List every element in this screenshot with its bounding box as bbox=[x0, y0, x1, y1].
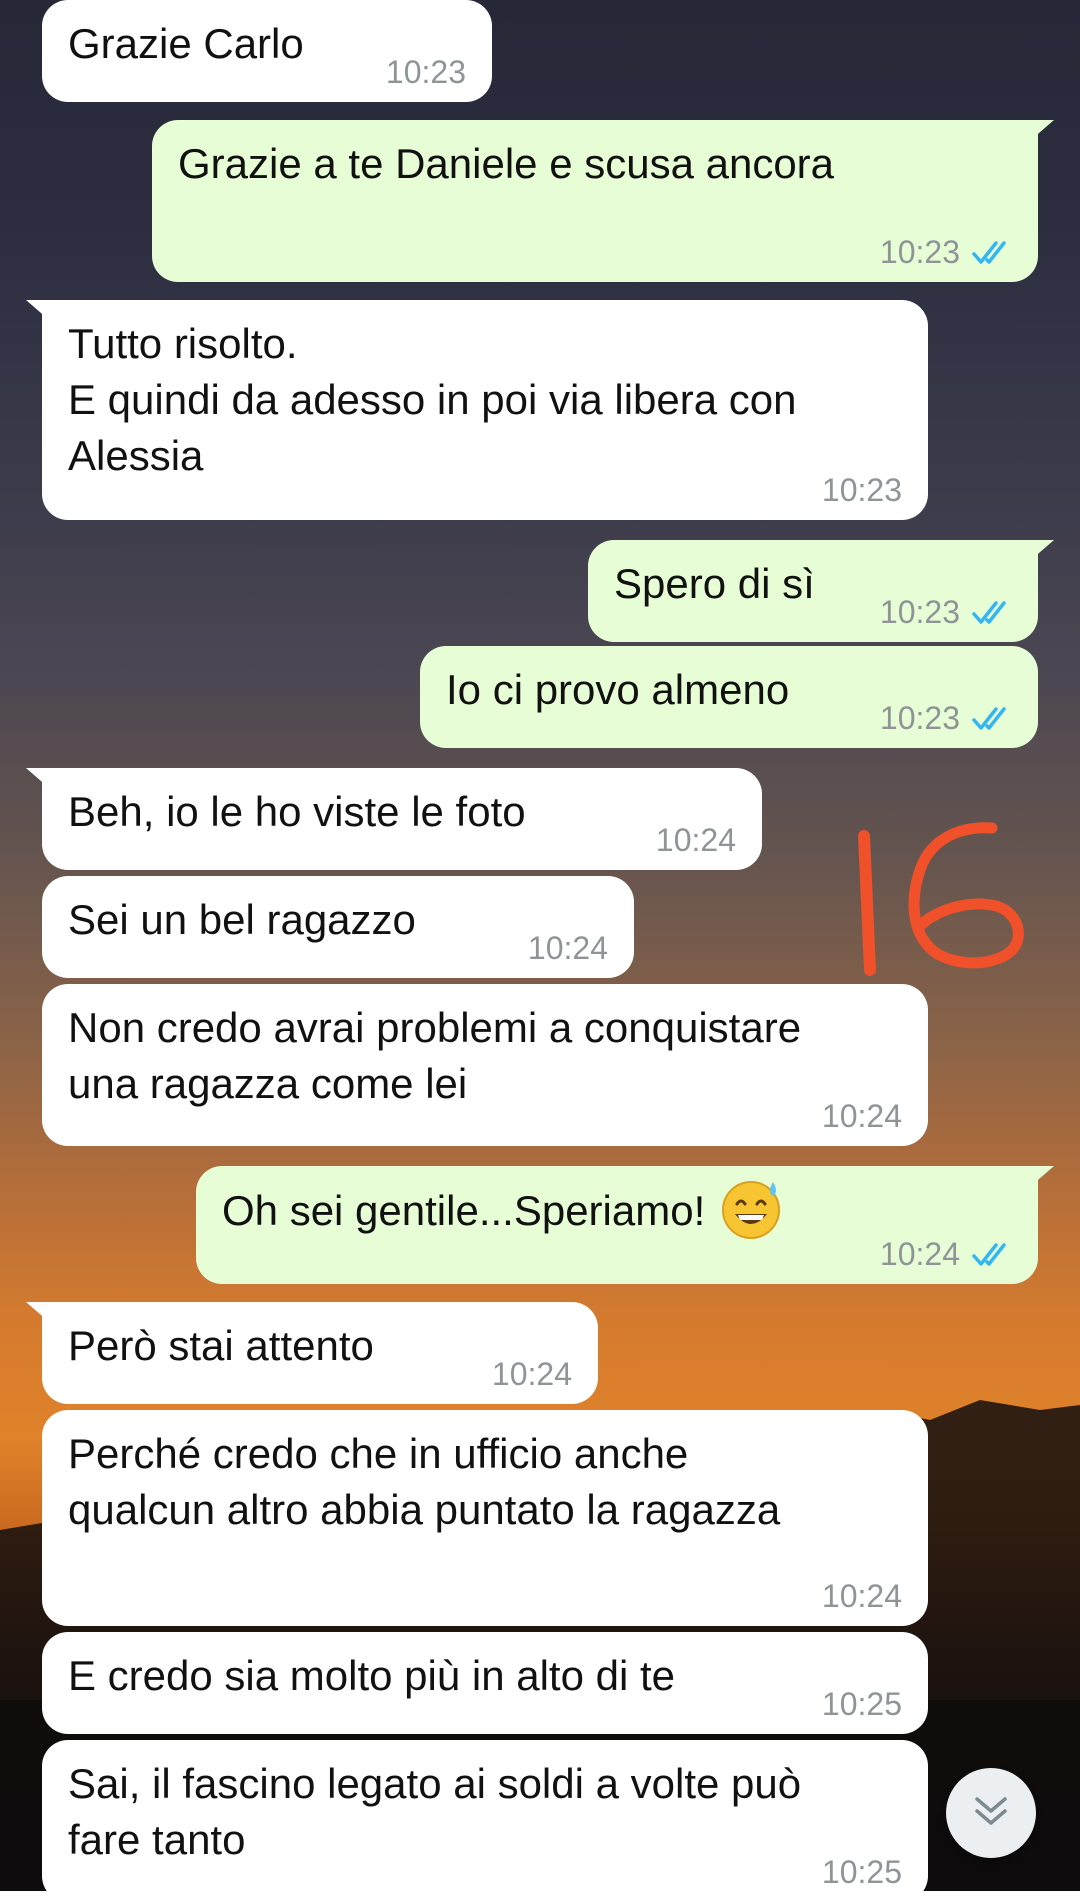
double-check-icon bbox=[972, 707, 1006, 730]
incoming-message-bubble[interactable]: Però stai attento 10:24 bbox=[26, 1302, 598, 1404]
bubble-tail bbox=[26, 768, 56, 794]
message-text-content: Sei un bel ragazzo bbox=[68, 896, 416, 943]
double-check-icon bbox=[972, 1243, 1006, 1266]
handwritten-annotation-16 bbox=[858, 822, 1024, 976]
message-timestamp: 10:23 bbox=[821, 472, 902, 508]
message-text: Non credo avrai problemi a conquistare u… bbox=[68, 1000, 801, 1112]
bubble-tail bbox=[1024, 120, 1054, 146]
incoming-message-bubble[interactable]: Sei un bel ragazzo 10:24 bbox=[42, 876, 634, 978]
message-text: Grazie Carlo bbox=[68, 16, 304, 72]
bubble-tail bbox=[1024, 540, 1054, 566]
outgoing-message-bubble[interactable]: Oh sei gentile...Speriamo! 10:24 bbox=[196, 1166, 1054, 1284]
bubble-tail bbox=[1024, 1166, 1054, 1192]
incoming-message-bubble[interactable]: E credo sia molto più in alto di te 10:25 bbox=[42, 1632, 928, 1734]
bubble-tail bbox=[26, 300, 56, 326]
message-text: Oh sei gentile...Speriamo! bbox=[222, 1181, 783, 1246]
incoming-message-bubble[interactable]: Sai, il fascino legato ai soldi a volte … bbox=[42, 1740, 928, 1902]
message-timestamp: 10:23 bbox=[879, 594, 960, 630]
outgoing-message-bubble[interactable]: Spero di sì 10:23 bbox=[588, 540, 1054, 642]
message-timestamp: 10:23 bbox=[879, 234, 960, 270]
message-text: Io ci provo almeno bbox=[446, 662, 789, 718]
message-text-content: Beh, io le ho viste le foto bbox=[68, 788, 526, 835]
message-text-content: Io ci provo almeno bbox=[446, 666, 790, 713]
message-text: Sei un bel ragazzo bbox=[68, 892, 416, 948]
message-text: Beh, io le ho viste le foto bbox=[68, 784, 526, 840]
grinning-face-with-sweat-icon bbox=[722, 1181, 781, 1239]
outgoing-message-bubble[interactable]: Io ci provo almeno 10:23 bbox=[420, 646, 1038, 748]
message-text-content: Spero di sì bbox=[614, 560, 815, 607]
message-text-content: Sai, il fascino legato ai soldi a volte … bbox=[68, 1760, 802, 1863]
message-timestamp: 10:25 bbox=[821, 1686, 902, 1722]
double-check-icon bbox=[972, 241, 1006, 264]
message-text-content: E credo sia molto più in alto di te bbox=[68, 1652, 675, 1699]
bubble-tail bbox=[26, 1302, 56, 1328]
message-text: E credo sia molto più in alto di te bbox=[68, 1648, 675, 1704]
incoming-message-bubble[interactable]: Perché credo che in ufficio anche qualcu… bbox=[42, 1410, 928, 1626]
incoming-message-bubble[interactable]: Grazie Carlo 10:23 bbox=[42, 0, 492, 102]
message-timestamp: 10:24 bbox=[655, 822, 736, 858]
message-text-content: Perché credo che in ufficio anche qualcu… bbox=[68, 1430, 781, 1533]
message-text: Sai, il fascino legato ai soldi a volte … bbox=[68, 1756, 801, 1868]
message-text-content: Tutto risolto. E quindi da adesso in poi… bbox=[68, 320, 797, 479]
message-text: Grazie a te Daniele e scusa ancora bbox=[178, 136, 834, 192]
message-text-content: Grazie Carlo bbox=[68, 20, 304, 67]
message-timestamp: 10:24 bbox=[491, 1356, 572, 1392]
message-timestamp: 10:24 bbox=[527, 930, 608, 966]
message-timestamp: 10:24 bbox=[821, 1578, 902, 1614]
message-timestamp: 10:23 bbox=[385, 54, 466, 90]
message-timestamp: 10:24 bbox=[879, 1236, 960, 1272]
message-timestamp: 10:24 bbox=[821, 1098, 902, 1134]
message-text-content: Grazie a te Daniele e scusa ancora bbox=[178, 140, 835, 187]
message-text-content: Oh sei gentile...Speriamo! bbox=[222, 1187, 706, 1235]
message-timestamp: 10:25 bbox=[821, 1854, 902, 1890]
double-chevron-down-icon bbox=[975, 1797, 1007, 1825]
message-text-content: Non credo avrai problemi a conquistare u… bbox=[68, 1004, 802, 1107]
message-text: Spero di sì bbox=[614, 556, 815, 612]
outgoing-message-bubble[interactable]: Grazie a te Daniele e scusa ancora 10:23 bbox=[152, 120, 1054, 282]
incoming-message-bubble[interactable]: Non credo avrai problemi a conquistare u… bbox=[42, 984, 928, 1146]
scroll-to-bottom-button[interactable] bbox=[946, 1768, 1036, 1858]
message-text: Perché credo che in ufficio anche qualcu… bbox=[68, 1426, 780, 1538]
incoming-message-bubble[interactable]: Beh, io le ho viste le foto 10:24 bbox=[26, 768, 762, 870]
message-text: Tutto risolto. E quindi da adesso in poi… bbox=[68, 316, 796, 484]
double-check-icon bbox=[972, 601, 1006, 624]
incoming-message-bubble[interactable]: Tutto risolto. E quindi da adesso in poi… bbox=[26, 300, 928, 520]
message-text-content: Però stai attento bbox=[68, 1322, 374, 1369]
message-text: Però stai attento bbox=[68, 1318, 374, 1374]
message-timestamp: 10:23 bbox=[879, 700, 960, 736]
